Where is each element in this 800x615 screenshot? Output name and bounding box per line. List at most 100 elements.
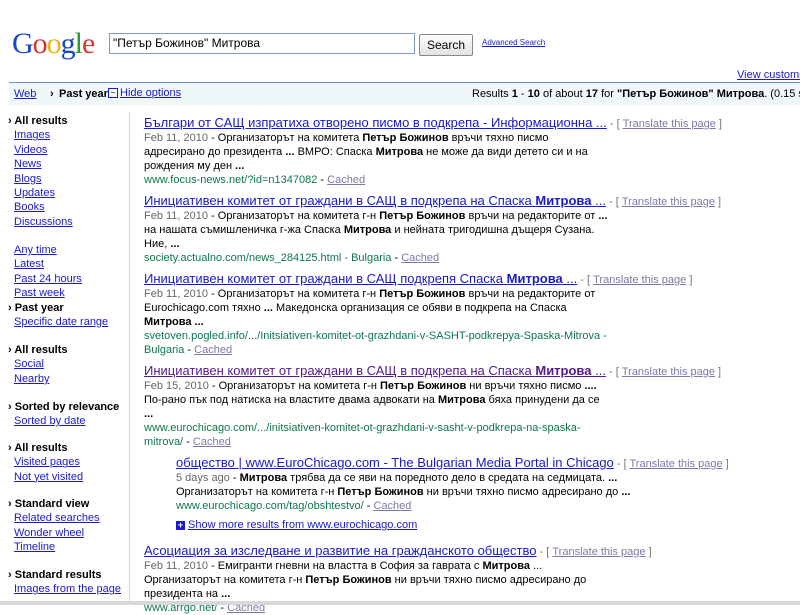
search-button[interactable]: Search — [419, 34, 473, 56]
search-result-4: Инициативен комитет от граждани в САЩ в … — [144, 363, 722, 449]
sidebar-item-all-results: All results — [8, 114, 73, 128]
result-3-url: svetoven.pogled.info/.../Initsiativen-ko… — [144, 330, 601, 342]
sidebar-group-type: All results Images Videos News Blogs Upd… — [8, 114, 73, 229]
result-3-translate: - [ Translate this page ] — [580, 274, 693, 286]
result-1-snippet-1: Feb 11, 2010 - Организаторът на комитета… — [144, 132, 549, 144]
sidebar-item-past-24-hours[interactable]: Past 24 hours — [8, 272, 108, 286]
sidebar-group-visited: All results Visited pages Not yet visite… — [8, 441, 83, 484]
search-result-2: Инициативен комитет от граждани в САЩ в … — [144, 193, 722, 265]
sidebar-item-timeline[interactable]: Timeline — [8, 540, 100, 554]
sidebar-item-specific-date-range[interactable]: Specific date range — [8, 315, 108, 329]
result-6-title[interactable]: Асоциация за изследване и развитие на гр… — [144, 543, 536, 558]
result-5-title[interactable]: общество | www.EuroChicago.com - The Bul… — [176, 455, 614, 470]
advanced-search-link[interactable]: Advanced Search — [482, 38, 545, 47]
search-result-1: Българи от САЩ изпратиха отворено писмо … — [144, 115, 722, 187]
plus-box-icon: + — [176, 519, 185, 530]
result-3-country: Bulgaria — [144, 344, 185, 356]
result-2-translate: - [ Translate this page ] — [609, 196, 722, 208]
search-result-3: Инициативен комитет от граждани в САЩ по… — [144, 271, 693, 357]
result-4-translate-link[interactable]: Translate this page — [622, 366, 715, 378]
result-5-snippet-2: Организаторът на комитета г-н Петър Божи… — [176, 486, 631, 498]
result-3-cached-link[interactable]: Cached — [194, 344, 232, 356]
show-more-results-link[interactable]: Show more results from www.eurochicago.c… — [188, 519, 417, 531]
sidebar-group-social: All results Social Nearby — [8, 343, 68, 386]
search-input[interactable] — [109, 33, 415, 54]
result-3-translate-link[interactable]: Translate this page — [593, 274, 686, 286]
sidebar-group-results: Standard results Images from the page — [8, 568, 121, 597]
sidebar-item-visited-pages[interactable]: Visited pages — [8, 455, 83, 469]
sidebar-item-images[interactable]: Images — [8, 128, 73, 142]
sidebar-item-latest[interactable]: Latest — [8, 257, 108, 271]
result-3-title[interactable]: Инициативен комитет от граждани в САЩ по… — [144, 271, 577, 286]
sidebar-item-wonder-wheel[interactable]: Wonder wheel — [8, 526, 100, 540]
result-6-snippet-3: президента на ... — [144, 588, 231, 600]
result-4-cached-link[interactable]: Cached — [193, 436, 231, 448]
result-5-translate: - [ Translate this page ] — [616, 458, 729, 470]
hide-options-link[interactable]: Hide options — [120, 87, 181, 99]
sidebar-item-images-from-page[interactable]: Images from the page — [8, 582, 121, 596]
result-4-url-cont: mitrova/ — [144, 436, 184, 448]
sidebar-group-sort: Sorted by relevance Sorted by date — [8, 400, 119, 429]
sidebar-item-videos[interactable]: Videos — [8, 143, 73, 157]
breadcrumb-arrow: › — [50, 88, 54, 100]
result-6-snippet-1: Feb 11, 2010 - Емигранти гневни на власт… — [144, 560, 543, 572]
sidebar-item-updates[interactable]: Updates — [8, 186, 73, 200]
show-more-results[interactable]: + Show more results from www.eurochicago.… — [176, 519, 417, 531]
result-2-translate-link[interactable]: Translate this page — [622, 196, 715, 208]
sidebar-group-view: Standard view Related searches Wonder wh… — [8, 497, 100, 555]
result-6-snippet-2: Организаторът на комитета г-н Петър Божи… — [144, 574, 587, 586]
sidebar-group-time: Any time Latest Past 24 hours Past week … — [8, 243, 108, 329]
result-5-cached-link[interactable]: Cached — [374, 500, 412, 512]
left-sidebar: All results Images Videos News Blogs Upd… — [0, 112, 130, 605]
result-3-snippet-3: Митрова ... — [144, 316, 204, 328]
sidebar-item-discussions[interactable]: Discussions — [8, 215, 73, 229]
result-4-snippet-3: ... — [144, 408, 154, 420]
result-4-translate: - [ Translate this page ] — [609, 366, 722, 378]
results-stats: Results 1 - 10 of about 17 for "Петър Бо… — [472, 88, 800, 100]
sidebar-item-standard-view: Standard view — [8, 497, 100, 511]
result-6-translate: - [ Translate this page ] — [539, 546, 652, 558]
hide-options[interactable]: − Hide options — [108, 87, 181, 99]
result-6-translate-link[interactable]: Translate this page — [552, 546, 645, 558]
result-5-snippet-1: 5 days ago - Митрова трябва да се яви на… — [176, 472, 618, 484]
result-2-snippet-2: на нашата съмишленичка г-жа Спаска Митро… — [144, 224, 595, 236]
horizontal-scrollbar[interactable] — [0, 601, 800, 605]
sidebar-item-standard-results: Standard results — [8, 568, 121, 582]
sidebar-item-sorted-by-relevance: Sorted by relevance — [8, 400, 120, 414]
options-bar: Web › Past year − Hide options Results 1 … — [9, 82, 800, 105]
sidebar-item-sorted-by-date[interactable]: Sorted by date — [8, 414, 119, 428]
sidebar-item-past-year: Past year — [8, 301, 108, 315]
result-4-url: www.eurochicago.com/.../initsiativen-kom… — [144, 422, 581, 434]
search-result-5: общество | www.EuroChicago.com - The Bul… — [176, 455, 729, 513]
sidebar-item-related-searches[interactable]: Related searches — [8, 511, 100, 525]
result-1-translate-link[interactable]: Translate this page — [623, 118, 716, 130]
sidebar-item-any-time[interactable]: Any time — [8, 243, 108, 257]
sidebar-item-blogs[interactable]: Blogs — [8, 172, 73, 186]
result-1-translate: - [ Translate this page ] — [609, 118, 722, 130]
result-5-translate-link[interactable]: Translate this page — [629, 458, 722, 470]
result-3-snippet-2: Eurochicago.com тяхно ... Македонска орг… — [144, 302, 567, 314]
result-4-title[interactable]: Инициативен комитет от граждани в САЩ в … — [144, 363, 606, 378]
result-4-snippet-2: По-рано пък под натиска на властите двам… — [144, 394, 600, 406]
result-2-cached-link[interactable]: Cached — [401, 252, 439, 264]
sidebar-item-nearby[interactable]: Nearby — [8, 372, 68, 386]
result-2-snippet-3: Ние, ... — [144, 238, 180, 250]
sidebar-item-social[interactable]: Social — [8, 357, 68, 371]
sidebar-item-all-results-3: All results — [8, 441, 83, 455]
sidebar-item-not-yet-visited[interactable]: Not yet visited — [8, 470, 83, 484]
google-logo[interactable]: Google — [12, 27, 95, 61]
result-1-title[interactable]: Българи от САЩ изпратиха отворено писмо … — [144, 115, 607, 130]
result-1-cached-link[interactable]: Cached — [327, 174, 365, 186]
sidebar-item-books[interactable]: Books — [8, 200, 73, 214]
result-2-title[interactable]: Инициативен комитет от граждани в САЩ в … — [144, 193, 606, 208]
sidebar-item-all-results-2: All results — [8, 343, 67, 357]
view-customizations-link[interactable]: View customi — [737, 69, 800, 81]
past-year-label: Past year — [59, 88, 108, 100]
result-5-url: www.eurochicago.com/tag/obshtestvo/ — [176, 500, 364, 512]
top-strip — [0, 0, 800, 6]
web-link[interactable]: Web — [14, 88, 36, 100]
result-2-country: Bulgaria — [351, 252, 392, 264]
minus-box-icon: − — [108, 88, 118, 99]
sidebar-item-news[interactable]: News — [8, 157, 73, 171]
sidebar-item-past-week[interactable]: Past week — [8, 286, 108, 300]
